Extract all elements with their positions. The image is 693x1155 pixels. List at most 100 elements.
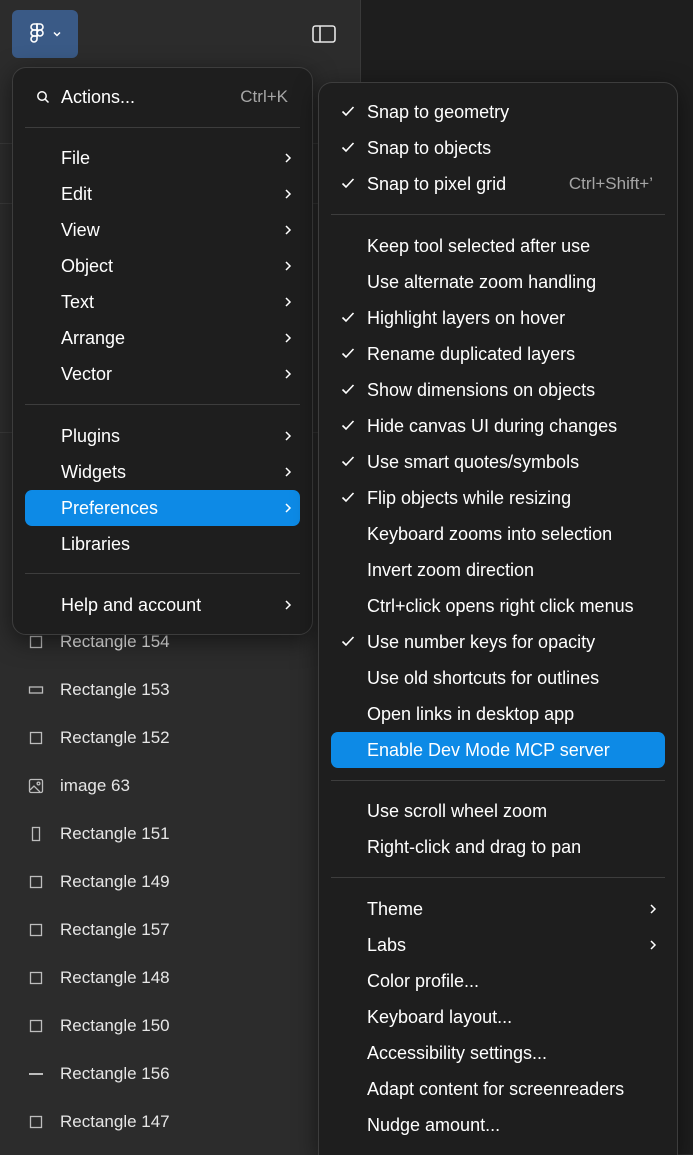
menu-item-hide-canvas-ui-during-changes[interactable]: Hide canvas UI during changes xyxy=(331,408,665,444)
checkmark-icon xyxy=(341,492,355,503)
layer-name: Rectangle 149 xyxy=(60,872,170,891)
menu-item-nudge-amount[interactable]: Nudge amount... xyxy=(331,1107,665,1143)
main-menu: Actions... Ctrl+K File Edit View Object Text… xyxy=(12,67,313,635)
menu-item-color-profile[interactable]: Color profile... xyxy=(331,963,665,999)
layer-row[interactable]: Rectangle 149 xyxy=(0,858,360,906)
menu-item-open-links-in-desktop-app[interactable]: Open links in desktop app xyxy=(331,696,665,732)
menu-item-highlight-layers-on-hover[interactable]: Highlight layers on hover xyxy=(331,300,665,336)
menu-item-ctrl-click-opens-right-click-menus[interactable]: Ctrl+click opens right click menus xyxy=(331,588,665,624)
layer-icon-wrap xyxy=(28,682,44,698)
menu-item-accessibility-settings[interactable]: Accessibility settings... xyxy=(331,1035,665,1071)
menu-item-use-number-keys-for-opacity[interactable]: Use number keys for opacity xyxy=(331,624,665,660)
menu-item-help-and-account[interactable]: Help and account xyxy=(25,587,300,623)
menu-item-use-alternate-zoom-handling[interactable]: Use alternate zoom handling xyxy=(331,264,665,300)
layer-icon-wrap xyxy=(28,778,44,794)
menu-item-snap-to-pixel-grid[interactable]: Snap to pixel grid Ctrl+Shift+’ xyxy=(331,166,665,202)
menu-item-use-old-shortcuts-for-outlines[interactable]: Use old shortcuts for outlines xyxy=(331,660,665,696)
layer-row[interactable]: Rectangle 147 xyxy=(0,1098,360,1146)
menu-item-use-smart-quotes-symbols[interactable]: Use smart quotes/symbols xyxy=(331,444,665,480)
layer-name: Rectangle 157 xyxy=(60,920,170,939)
menu-item-flip-objects-while-resizing[interactable]: Flip objects while resizing xyxy=(331,480,665,516)
menu-item-libraries[interactable]: Libraries xyxy=(25,526,300,562)
menu-item-show-dimensions-on-objects[interactable]: Show dimensions on objects xyxy=(331,372,665,408)
line-icon xyxy=(29,1073,43,1075)
checkmark-icon xyxy=(341,106,355,117)
chevron-right-icon xyxy=(285,297,292,307)
menu-item-right-click-and-drag-to-pan[interactable]: Right-click and drag to pan xyxy=(331,829,665,865)
layer-name: Rectangle 154 xyxy=(60,632,170,651)
menu-item-label: Keyboard layout... xyxy=(367,1006,513,1027)
rectangle-icon xyxy=(29,971,43,985)
layer-name: image 63 xyxy=(60,776,130,795)
menu-item-theme[interactable]: Theme xyxy=(331,891,665,927)
menu-item-label: Vector xyxy=(61,363,113,384)
layer-row[interactable]: Rectangle 150 xyxy=(0,1002,360,1050)
menu-item-view[interactable]: View xyxy=(25,212,300,248)
chevron-right-icon xyxy=(285,333,292,343)
menu-item-label: Preferences xyxy=(61,497,159,518)
menu-item-plugins[interactable]: Plugins xyxy=(25,418,300,454)
menu-separator xyxy=(25,404,300,405)
menu-item-invert-zoom-direction[interactable]: Invert zoom direction xyxy=(331,552,665,588)
actions-menu-item[interactable]: Actions... Ctrl+K xyxy=(25,79,300,115)
menu-item-arrange[interactable]: Arrange xyxy=(25,320,300,356)
menu-item-file[interactable]: File xyxy=(25,140,300,176)
figma-logo-icon xyxy=(30,23,44,43)
rectangle-icon xyxy=(29,875,43,889)
menu-separator xyxy=(25,573,300,574)
menu-item-snap-to-objects[interactable]: Snap to objects xyxy=(331,130,665,166)
layer-row[interactable]: Rectangle 156 xyxy=(0,1050,360,1098)
layer-row[interactable]: Rectangle 151 xyxy=(0,810,360,858)
menu-item-label: Text xyxy=(61,291,95,312)
rectangle-icon xyxy=(29,731,43,745)
menu-item-keyboard-zooms-into-selection[interactable]: Keyboard zooms into selection xyxy=(331,516,665,552)
layer-row[interactable]: image 63 xyxy=(0,762,360,810)
chevron-right-icon xyxy=(650,940,657,950)
layer-row[interactable]: Rectangle 153 xyxy=(0,666,360,714)
menu-item-shortcut: Ctrl+Shift+’ xyxy=(568,174,653,193)
layer-name: Rectangle 152 xyxy=(60,728,170,747)
menu-item-label: View xyxy=(61,219,100,240)
menu-item-text[interactable]: Text xyxy=(25,284,300,320)
menu-item-object[interactable]: Object xyxy=(25,248,300,284)
preferences-submenu: Snap to geometry Snap to objects Snap to p… xyxy=(318,82,678,1155)
wide-rectangle-icon xyxy=(28,686,44,694)
rectangle-icon xyxy=(29,1115,43,1129)
menu-item-label: Right-click and drag to pan xyxy=(367,836,582,857)
menu-item-vector[interactable]: Vector xyxy=(25,356,300,392)
layer-icon-wrap xyxy=(28,1018,44,1034)
chevron-right-icon xyxy=(285,153,292,163)
main-menu-button[interactable] xyxy=(12,10,78,58)
menu-item-label: Use alternate zoom handling xyxy=(367,271,597,292)
menu-item-label: Use smart quotes/symbols xyxy=(367,451,580,472)
menu-item-use-scroll-wheel-zoom[interactable]: Use scroll wheel zoom xyxy=(331,793,665,829)
menu-item-adapt-content-for-screenreaders[interactable]: Adapt content for screenreaders xyxy=(331,1071,665,1107)
menu-item-keep-tool-selected-after-use[interactable]: Keep tool selected after use xyxy=(331,228,665,264)
checkmark-icon xyxy=(341,312,355,323)
menu-item-label: Snap to geometry xyxy=(367,101,510,122)
menu-item-snap-to-geometry[interactable]: Snap to geometry xyxy=(331,94,665,130)
chevron-right-icon xyxy=(285,189,292,199)
layer-row[interactable]: Rectangle 148 xyxy=(0,954,360,1002)
menu-item-edit[interactable]: Edit xyxy=(25,176,300,212)
layer-row[interactable]: Rectangle 157 xyxy=(0,906,360,954)
layer-row[interactable]: Rectangle 152 xyxy=(0,714,360,762)
menu-item-keyboard-layout[interactable]: Keyboard layout... xyxy=(331,999,665,1035)
menu-item-rename-duplicated-layers[interactable]: Rename duplicated layers xyxy=(331,336,665,372)
menu-separator xyxy=(25,127,300,128)
sidebar-panel-icon[interactable] xyxy=(311,22,337,46)
menu-item-label: Adapt content for screenreaders xyxy=(367,1078,625,1099)
menu-item-label: Edit xyxy=(61,183,93,204)
layer-name: Rectangle 153 xyxy=(60,680,170,699)
menu-item-label: Plugins xyxy=(61,425,121,446)
menu-item-labs[interactable]: Labs xyxy=(331,927,665,963)
chevron-right-icon xyxy=(285,431,292,441)
menu-item-widgets[interactable]: Widgets xyxy=(25,454,300,490)
menu-separator xyxy=(331,780,665,781)
rectangle-icon xyxy=(29,923,43,937)
menu-item-preferences[interactable]: Preferences xyxy=(25,490,300,526)
menu-item-enable-dev-mode-mcp-server[interactable]: Enable Dev Mode MCP server xyxy=(331,732,665,768)
menu-item-label: Show dimensions on objects xyxy=(367,379,596,400)
menu-item-label: Flip objects while resizing xyxy=(367,487,572,508)
chevron-right-icon xyxy=(650,904,657,914)
